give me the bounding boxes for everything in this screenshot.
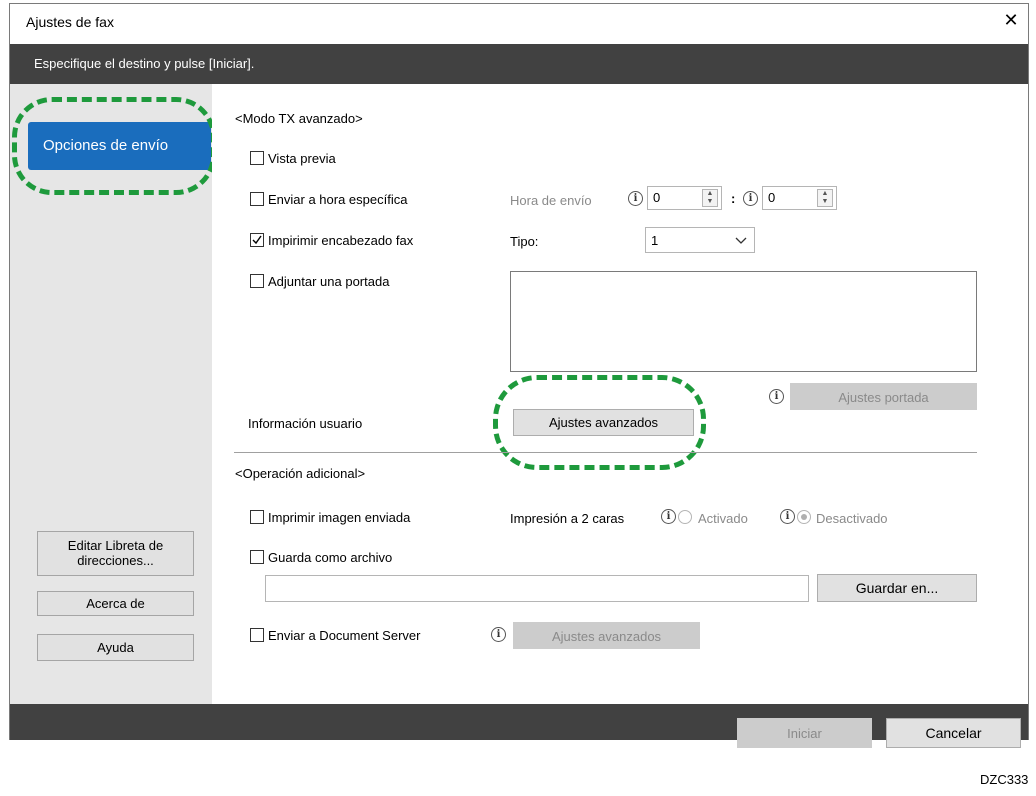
chevron-down-icon[interactable]: [735, 237, 747, 245]
info-icon[interactable]: i: [780, 509, 795, 524]
duplex-off-radio[interactable]: [797, 510, 811, 524]
print-sent-image-label: Imprimir imagen enviada: [268, 510, 411, 525]
figure-code: DZC333: [980, 772, 1029, 787]
hour-spinner[interactable]: 0 ▲ ▼: [647, 186, 722, 210]
cancel-button[interactable]: Cancelar: [886, 718, 1021, 748]
hour-value: 0: [653, 190, 661, 205]
cover-page-list[interactable]: [510, 271, 977, 372]
user-info-label: Información usuario: [248, 416, 363, 431]
doc-server-settings-button[interactable]: Ajustes avanzados: [513, 622, 700, 649]
instruction-bar: Especifique el destino y pulse [Iniciar]…: [10, 44, 1028, 84]
info-icon[interactable]: i: [491, 627, 506, 642]
window-title: Ajustes de fax: [26, 14, 114, 30]
file-path-input[interactable]: [265, 575, 809, 602]
about-button[interactable]: Acerca de: [37, 591, 194, 616]
instruction-text: Especifique el destino y pulse [Iniciar]…: [34, 56, 255, 71]
section-divider: [234, 452, 977, 453]
minute-spin-buttons[interactable]: ▲ ▼: [817, 189, 833, 207]
print-sent-image-checkbox[interactable]: [250, 510, 264, 524]
edit-address-book-label-1: Editar Libreta de: [67, 538, 164, 553]
cover-page-checkbox[interactable]: [250, 274, 264, 288]
duplex-on-radio[interactable]: [678, 510, 692, 524]
hour-spin-buttons[interactable]: ▲ ▼: [702, 189, 718, 207]
send-time-label: Hora de envío: [510, 193, 592, 208]
cover-settings-button[interactable]: Ajustes portada: [790, 383, 977, 410]
send-doc-server-label: Enviar a Document Server: [268, 628, 421, 643]
type-label: Tipo:: [510, 234, 539, 249]
cover-page-label: Adjuntar una portada: [268, 274, 390, 289]
send-at-time-checkbox[interactable]: [250, 192, 264, 206]
duplex-on-label: Activado: [698, 511, 748, 526]
checkmark-icon: [252, 235, 262, 245]
radio-selected-dot: [801, 514, 807, 520]
spin-up-icon[interactable]: ▲: [707, 190, 714, 197]
footer-bar: [10, 704, 1028, 740]
preview-label: Vista previa: [268, 151, 336, 166]
print-header-label: Impirimir encabezado fax: [268, 233, 414, 248]
edit-address-book-label-2: direcciones...: [77, 553, 154, 568]
print-header-checkbox[interactable]: [250, 233, 264, 247]
send-doc-server-checkbox[interactable]: [250, 628, 264, 642]
spin-down-icon[interactable]: ▼: [822, 198, 829, 205]
advanced-tx-heading: <Modo TX avanzado>: [235, 111, 363, 126]
save-to-button[interactable]: Guardar en...: [817, 574, 977, 602]
time-separator: :: [731, 191, 736, 206]
minute-spinner[interactable]: 0 ▲ ▼: [762, 186, 837, 210]
minute-value: 0: [768, 190, 776, 205]
start-button[interactable]: Iniciar: [737, 718, 872, 748]
info-icon[interactable]: i: [661, 509, 676, 524]
highlight-ring-send-options: [12, 97, 216, 195]
save-as-file-checkbox[interactable]: [250, 550, 264, 564]
spin-up-icon[interactable]: ▲: [822, 190, 829, 197]
info-icon[interactable]: i: [743, 191, 758, 206]
additional-op-heading: <Operación adicional>: [235, 466, 366, 481]
close-icon[interactable]: ✕: [1000, 9, 1022, 31]
help-button[interactable]: Ayuda: [37, 634, 194, 661]
type-select[interactable]: 1: [645, 227, 755, 253]
edit-address-book-button[interactable]: Editar Libreta de direcciones...: [37, 531, 194, 576]
preview-checkbox[interactable]: [250, 151, 264, 165]
info-icon[interactable]: i: [769, 389, 784, 404]
spin-down-icon[interactable]: ▼: [707, 198, 714, 205]
highlight-ring-advanced-settings: [493, 375, 706, 470]
send-at-time-label: Enviar a hora específica: [268, 192, 408, 207]
duplex-label: Impresión a 2 caras: [510, 511, 625, 526]
save-as-file-label: Guarda como archivo: [268, 550, 393, 565]
info-icon[interactable]: i: [628, 191, 643, 206]
type-value: 1: [651, 233, 659, 248]
duplex-off-label: Desactivado: [816, 511, 888, 526]
title-bar: [10, 4, 1028, 40]
